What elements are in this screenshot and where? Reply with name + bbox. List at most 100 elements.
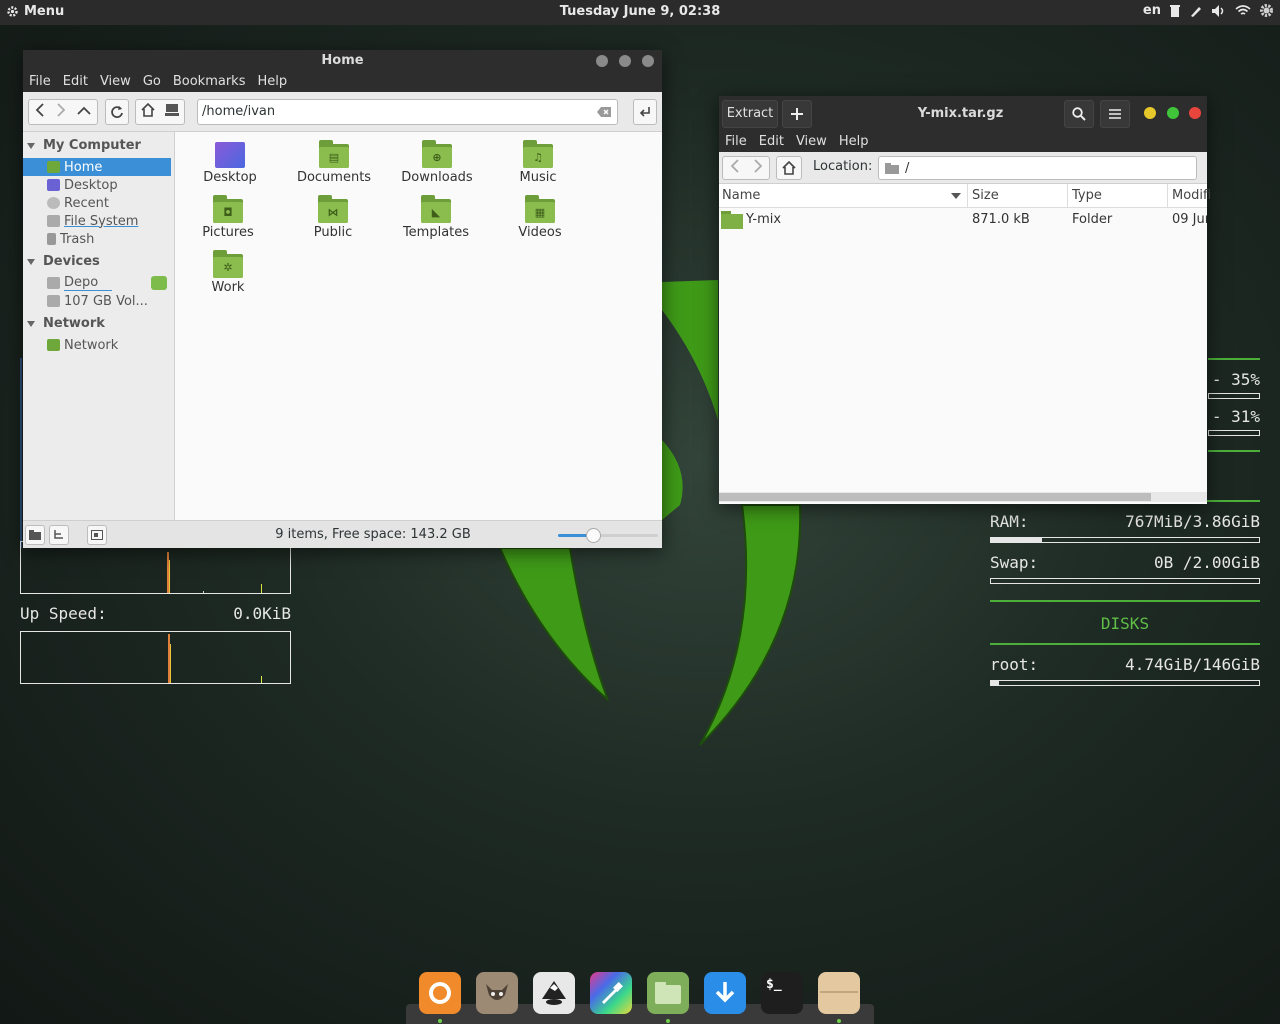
toggle-sidebar-button[interactable]	[87, 525, 107, 545]
menu-edit[interactable]: Edit	[57, 72, 94, 92]
minimize-button[interactable]	[1144, 107, 1156, 119]
forward-button[interactable]	[56, 103, 66, 121]
location-entry[interactable]: /	[878, 156, 1197, 180]
file-item[interactable]: ⊕ Downloads	[385, 140, 489, 185]
show-places-button[interactable]	[25, 525, 45, 545]
maximize-button[interactable]	[1167, 107, 1179, 119]
sidebar-section-my-computer[interactable]: My Computer	[27, 138, 141, 153]
clock[interactable]: Tuesday June 9, 02:38	[0, 4, 1280, 19]
menu-go[interactable]: Go	[137, 72, 167, 92]
clear-entry-icon[interactable]	[596, 106, 612, 118]
volume-icon[interactable]	[1211, 4, 1227, 18]
forward-button[interactable]	[753, 159, 763, 177]
color-picker-icon[interactable]	[590, 972, 632, 1014]
horizontal-scrollbar[interactable]	[719, 492, 1207, 502]
hamburger-menu-button[interactable]	[1100, 100, 1130, 128]
back-button[interactable]	[35, 103, 45, 121]
extract-button[interactable]: Extract	[722, 100, 778, 128]
conky-separator	[990, 643, 1260, 645]
gimp-icon[interactable]	[476, 972, 518, 1014]
menu-view[interactable]: View	[94, 72, 137, 92]
maximize-button[interactable]	[619, 55, 631, 67]
column-name[interactable]: Name	[722, 188, 760, 203]
minimize-button[interactable]	[596, 55, 608, 67]
down-speed-graph	[20, 541, 291, 594]
column-size[interactable]: Size	[972, 188, 999, 203]
sort-arrow-icon[interactable]	[951, 193, 961, 199]
location-entry[interactable]: /home/ivan	[197, 99, 618, 125]
home-button[interactable]	[140, 102, 156, 121]
reload-button[interactable]	[105, 99, 129, 125]
sidebar-item-recent[interactable]: Recent	[47, 194, 109, 212]
archive-manager-headerbar[interactable]: Extract Y-mix.tar.gz	[719, 96, 1207, 132]
menu-edit[interactable]: Edit	[753, 132, 790, 152]
sidebar-item-desktop[interactable]: Desktop	[47, 176, 118, 194]
close-button[interactable]	[642, 55, 654, 67]
file-item[interactable]: ✲ Work	[176, 250, 280, 295]
add-files-button[interactable]	[782, 100, 812, 128]
settings-icon[interactable]	[1259, 3, 1274, 18]
column-divider	[1167, 184, 1168, 208]
show-tree-button[interactable]	[49, 525, 69, 545]
file-view[interactable]: Desktop ▤ Documents ⊕ Downloads ♫ Music …	[175, 132, 662, 520]
menu-file[interactable]: File	[719, 132, 753, 152]
sidebar-item-home[interactable]: Home	[23, 158, 171, 176]
up-button[interactable]	[77, 105, 91, 120]
home-button[interactable]	[776, 156, 802, 180]
table-row[interactable]: Y-mix 871.0 kB Folder 09 Jun	[719, 208, 1207, 232]
file-name: Downloads	[401, 170, 473, 185]
file-item[interactable]: ⋈ Public	[281, 195, 385, 240]
toggle-location-button[interactable]	[633, 99, 657, 125]
file-item[interactable]: ▦ Videos	[488, 195, 592, 240]
archive-icon[interactable]	[818, 972, 860, 1014]
home-folder-icon	[47, 161, 60, 173]
computer-button[interactable]	[164, 103, 180, 121]
file-manager-menubar: File Edit View Go Bookmarks Help	[23, 72, 662, 92]
file-item[interactable]: ▤ Documents	[282, 140, 386, 185]
location-path: /home/ivan	[202, 104, 276, 119]
sidebar-item-network[interactable]: Network	[47, 336, 118, 354]
close-button[interactable]	[1189, 107, 1201, 119]
sidebar-item-trash[interactable]: Trash	[47, 230, 94, 248]
file-item[interactable]: Desktop	[178, 140, 282, 185]
root-value: 4.74GiB/146GiB	[1125, 655, 1260, 674]
menu-bookmarks[interactable]: Bookmarks	[167, 72, 252, 92]
file-name: Work	[211, 280, 245, 295]
file-manager-titlebar[interactable]: Home	[23, 50, 662, 72]
sidebar-item-depo[interactable]: Depo	[47, 274, 113, 292]
file-item[interactable]: ♫ Music	[486, 140, 590, 185]
sidebar-item-volume[interactable]: 107 GB Vol...	[47, 292, 148, 310]
scrollbar-thumb[interactable]	[719, 493, 1151, 501]
column-type[interactable]: Type	[1072, 188, 1102, 203]
trash-tray-icon[interactable]	[1169, 4, 1181, 18]
sidebar-item-label: Recent	[64, 195, 109, 211]
menu-help[interactable]: Help	[251, 72, 293, 92]
search-button[interactable]	[1064, 100, 1094, 128]
archive-manager-window: Extract Y-mix.tar.gz File Edit View Help…	[719, 96, 1211, 504]
pen-tray-icon[interactable]	[1189, 4, 1203, 18]
sidebar-item-file-system[interactable]: File System	[47, 212, 138, 230]
mounted-indicator-icon[interactable]	[151, 276, 167, 290]
network-icon[interactable]	[1235, 4, 1251, 18]
menu-file[interactable]: File	[23, 72, 57, 92]
menu-view[interactable]: View	[790, 132, 833, 152]
terminal-icon[interactable]: $_	[761, 972, 803, 1014]
file-item[interactable]: ◣ Templates	[384, 195, 488, 240]
menu-help[interactable]: Help	[833, 132, 875, 152]
zoom-slider[interactable]	[558, 528, 658, 543]
zoom-slider-handle[interactable]	[586, 528, 601, 543]
cpu2-value: - 31%	[1211, 407, 1260, 426]
inkscape-icon[interactable]	[533, 972, 575, 1014]
file-item[interactable]: ◘ Pictures	[176, 195, 280, 240]
files-icon[interactable]	[647, 972, 689, 1014]
templates-folder-icon: ◣	[421, 195, 451, 223]
column-modified[interactable]: Modifi	[1172, 188, 1211, 203]
download-icon[interactable]	[704, 972, 746, 1014]
sidebar-section-devices[interactable]: Devices	[27, 254, 100, 269]
sidebar-section-network[interactable]: Network	[27, 316, 105, 331]
firefox-icon[interactable]	[419, 972, 461, 1014]
back-button[interactable]	[730, 159, 740, 177]
keyboard-layout[interactable]: en	[1143, 3, 1161, 18]
main-menu-button[interactable]: Menu	[6, 4, 64, 19]
root-label: root:	[990, 655, 1039, 674]
